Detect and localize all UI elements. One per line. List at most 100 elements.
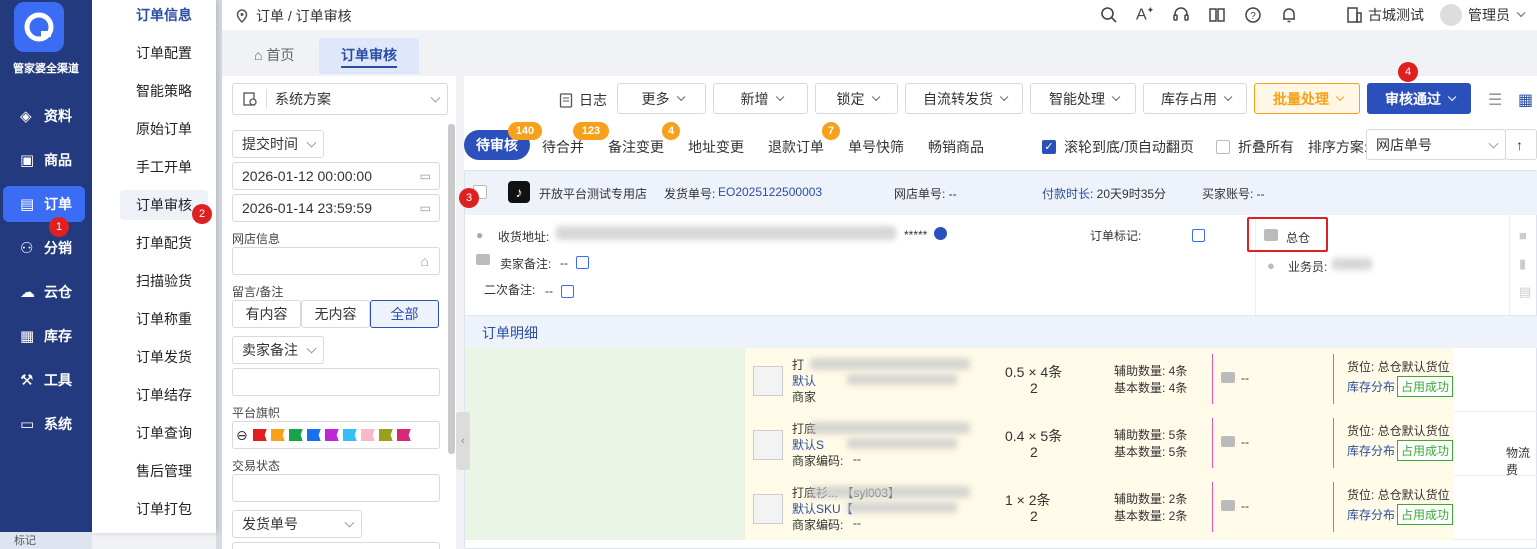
scroll-page-checkbox[interactable]: ✓ (1042, 140, 1056, 154)
memo-option[interactable]: 有内容 (232, 300, 301, 328)
nav-item[interactable]: layers-icon◈资料 (0, 98, 92, 134)
list-view-icon[interactable]: ☰ (1488, 90, 1502, 110)
flag-icon[interactable] (342, 429, 357, 441)
submenu-item[interactable]: 订单结存 (120, 380, 208, 410)
log-button[interactable]: 日志 (559, 90, 607, 110)
comment-icon[interactable] (1221, 436, 1235, 447)
toolbar-button[interactable]: 智能处理 (1030, 83, 1136, 114)
batch-process-button[interactable]: 批量处理 (1254, 83, 1360, 114)
submenu-item[interactable]: 订单信息 (120, 0, 208, 30)
no-flag-icon[interactable]: ⊖ (236, 427, 248, 444)
warehouse-name[interactable]: 总仓 (1286, 229, 1310, 246)
submenu-item[interactable]: 订单称重 (120, 304, 208, 334)
ship-no-input[interactable] (232, 542, 440, 549)
toolbar-button[interactable]: 库存占用 (1143, 83, 1247, 114)
ship-no-value[interactable]: EO2025122500003 (718, 185, 822, 199)
headset-icon[interactable] (1172, 6, 1190, 24)
ai-icon[interactable]: A✦ (1136, 5, 1154, 24)
subtab-bestseller[interactable]: 畅销商品 (928, 137, 984, 157)
seller-memo-input[interactable] (232, 368, 440, 396)
nav-item[interactable]: document-icon▤订单 (3, 186, 85, 222)
company-name[interactable]: 古城测试 (1368, 5, 1424, 25)
submenu-item[interactable]: 售后管理 (120, 456, 208, 486)
avatar[interactable] (1440, 4, 1462, 26)
user-name[interactable]: 管理员 (1468, 5, 1510, 25)
subtab-refund[interactable]: 退款订单 (768, 137, 824, 157)
end-time-input[interactable]: 2026-01-14 23:59:59 ▭ (232, 194, 440, 222)
submenu-item[interactable]: 智能策略 (120, 76, 208, 106)
submenu-item[interactable]: 订单发货 (120, 342, 208, 372)
grid-view-icon[interactable]: ▦ (1518, 90, 1533, 110)
memo-option[interactable]: 无内容 (301, 300, 370, 328)
product-image[interactable] (753, 494, 783, 524)
submenu-item[interactable]: 订单打包 (120, 494, 208, 524)
edit-mark-icon[interactable] (1192, 229, 1205, 242)
subtab-pending-merge[interactable]: 待合并 (542, 137, 584, 157)
sort-select[interactable]: 网店单号 (1366, 129, 1506, 160)
flag-icon[interactable] (306, 429, 321, 441)
eye-icon[interactable] (934, 227, 947, 240)
shop-info-input[interactable]: ⌂ (232, 247, 440, 275)
flag-icon[interactable] (270, 429, 285, 441)
submenu-item[interactable]: 原始订单 (120, 114, 208, 144)
fold-all-checkbox[interactable] (1215, 140, 1230, 154)
filter-scrollbar[interactable] (448, 124, 455, 454)
nav-bottom-mark[interactable]: 标记 (0, 532, 92, 549)
time-type-select[interactable]: 提交时间 (232, 130, 324, 158)
start-time-input[interactable]: 2026-01-12 00:00:00 ▭ (232, 162, 440, 190)
scheme-select[interactable]: 系统方案 (232, 83, 448, 115)
submenu-item[interactable]: 打单配货 (120, 228, 208, 258)
toolbar-button[interactable]: 更多 (617, 83, 706, 114)
sort-direction-button[interactable]: ↑ (1505, 129, 1537, 160)
flag-icon[interactable] (360, 429, 375, 441)
product-title[interactable]: 打 (792, 356, 804, 373)
user-dropdown-icon[interactable] (1516, 8, 1526, 18)
stock-distribution-link[interactable]: 库存分布 (1347, 442, 1395, 459)
edit-seller-note-icon[interactable] (576, 256, 589, 269)
flag-selector[interactable]: ⊖ (232, 421, 440, 449)
comment-icon[interactable] (1221, 372, 1235, 383)
flag-icon[interactable] (324, 429, 339, 441)
nav-item[interactable]: cloud-warehouse-icon☁云仓 (0, 274, 92, 310)
product-image[interactable] (753, 366, 783, 396)
submenu-item[interactable]: 订单查询 (120, 418, 208, 448)
submenu-item[interactable]: 手工开单 (120, 152, 208, 182)
submenu-item[interactable]: 扫描验货 (120, 266, 208, 296)
memo-option[interactable]: 全部 (370, 300, 439, 328)
approve-button[interactable]: 审核通过 (1367, 83, 1471, 114)
submenu-item[interactable]: 订单配置 (120, 38, 208, 68)
toolbar-button[interactable]: 自流转发货 (905, 83, 1023, 114)
flag-icon[interactable] (396, 429, 411, 441)
nav-item[interactable]: network-icon⚇分销 (0, 230, 92, 266)
toolbar-button[interactable]: 新增 (713, 83, 808, 114)
subtab-address-change[interactable]: 地址变更 (688, 137, 744, 157)
flag-icon[interactable] (252, 429, 267, 441)
trade-status-input[interactable] (232, 474, 440, 502)
nav-item[interactable]: monitor-icon▭系统 (0, 406, 92, 442)
search-icon[interactable] (1100, 6, 1118, 24)
bell-icon[interactable] (1280, 6, 1298, 24)
tab-home[interactable]: ⌂ 首页 (232, 38, 316, 74)
seller-memo-select[interactable]: 卖家备注 (232, 336, 324, 364)
edit-second-note-icon[interactable] (561, 285, 574, 298)
product-sku[interactable]: 默认S (792, 436, 824, 453)
nav-item[interactable]: stock-icon▦库存 (0, 318, 92, 354)
stock-distribution-link[interactable]: 库存分布 (1347, 378, 1395, 395)
collapse-handle[interactable]: ‹ (456, 412, 470, 470)
nav-item[interactable]: box-icon▣商品 (0, 142, 92, 178)
product-sku[interactable]: 默认 (792, 372, 816, 389)
tab-order-review[interactable]: 订单审核 (319, 38, 419, 74)
product-image[interactable] (753, 430, 783, 460)
ship-no-select[interactable]: 发货单号 (232, 510, 362, 538)
book-icon[interactable] (1208, 6, 1226, 24)
help-icon[interactable]: ? (1244, 6, 1262, 24)
flag-icon[interactable] (288, 429, 303, 441)
subtab-quick-filter[interactable]: 单号快筛 (848, 137, 904, 157)
comment-icon[interactable] (1221, 500, 1235, 511)
nav-item[interactable]: toolbox-icon⚒工具 (0, 362, 92, 398)
flag-icon[interactable] (378, 429, 393, 441)
subtab-memo-change[interactable]: 备注变更 (608, 137, 664, 157)
stock-distribution-link[interactable]: 库存分布 (1347, 506, 1395, 523)
product-sku[interactable]: 默认SKU【 (792, 500, 853, 517)
toolbar-button[interactable]: 锁定 (815, 83, 898, 114)
